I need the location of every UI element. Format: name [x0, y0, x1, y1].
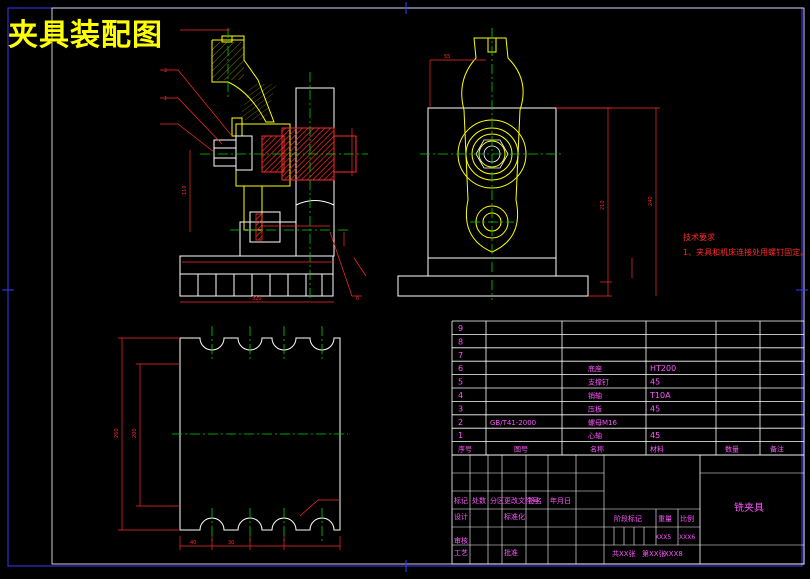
bom-header-note: 备注 — [770, 445, 784, 454]
bom-table: 9 8 7 6 底座 HT200 5 支撑钉 45 4 销轴 T10A 3 压板 45 2 GB/T41-200… — [451, 320, 805, 456]
bom-row-material: 45 — [650, 378, 660, 387]
bom-row-no: 5 — [458, 378, 463, 387]
drawing-canvas: 110 320 2 1 6 55 210 240 260 200 40 30 9… — [0, 0, 810, 575]
titleblock-sheet-no: XXX8 — [664, 550, 683, 558]
front-view: 110 320 2 1 6 — [160, 28, 368, 303]
tech-requirements-heading: 技术要求 — [683, 233, 715, 242]
drawing-title: 夹具装配图 — [8, 18, 163, 53]
dim-top-offset: 55 — [444, 54, 450, 60]
callout-2: 2 — [164, 68, 167, 74]
titleblock-review: 审核 — [454, 536, 468, 545]
bom-row-name: 螺母M16 — [588, 418, 617, 427]
bom-row-no: 8 — [458, 337, 463, 346]
bom-row-no: 6 — [458, 364, 463, 373]
dim-front-width: 320 — [252, 296, 262, 302]
titleblock-row1-cell: 年月日 — [550, 496, 571, 505]
bom-row-code: GB/T41-2000 — [490, 419, 536, 427]
titleblock-weight-value: XXX6 — [679, 534, 695, 541]
callout-1: 1 — [164, 96, 167, 102]
titleblock-part-name: 铣夹具 — [734, 501, 764, 514]
titleblock-design: 设计 — [454, 512, 468, 521]
frame-ticks — [2, 2, 808, 572]
titleblock-row1-cell: 分区 — [490, 496, 504, 505]
titleblock-weight: 重量 — [658, 515, 672, 523]
dim-bottom-left: 40 — [190, 540, 196, 546]
tech-requirements-item-1: 1、夹具和机床连接处用螺钉固定。 — [683, 248, 809, 257]
bom-row-no: 9 — [458, 324, 463, 333]
drawing-frame — [7, 7, 805, 567]
bom-row-no: 4 — [458, 391, 463, 400]
dim-bottom-inner: 200 — [132, 428, 138, 438]
bom-row-no: 2 — [458, 418, 463, 427]
bom-header-qty: 数量 — [725, 445, 739, 454]
callout-6: 6 — [356, 296, 359, 302]
bom-row-name: 压板 — [588, 404, 602, 413]
bom-row-name: 支撑钉 — [588, 378, 609, 387]
titleblock-stage: 阶段标记 — [614, 514, 642, 523]
bom-row-material: 45 — [650, 404, 660, 413]
bom-row-no: 1 — [458, 431, 463, 440]
titleblock-row1-cell: 处数 — [472, 496, 486, 505]
bom-header-code: 图号 — [514, 446, 528, 454]
dim-side-height: 210 — [600, 200, 606, 210]
side-view: 55 210 240 — [397, 28, 660, 300]
bom-header-material: 材料 — [650, 445, 664, 454]
dim-bottom-pitch: 30 — [228, 540, 234, 546]
bom-row-name: 销轴 — [588, 391, 602, 400]
top-view: 260 200 40 30 — [114, 326, 348, 550]
bom-row-no: 3 — [458, 404, 463, 413]
bom-row-material: HT200 — [650, 364, 676, 373]
dim-side-overall: 240 — [648, 196, 654, 206]
bom-row-material: 45 — [650, 431, 660, 440]
titleblock-row1-cell: 标记 — [454, 496, 468, 505]
bom-row-material: T10A — [649, 391, 671, 400]
bom-row-name: 底座 — [588, 364, 602, 373]
title-block: 标记 处数 分区 更改文件号签名 年月日设计 标准化 阶段标记 重量 比例XXX5 XXX6审核工… — [451, 454, 805, 565]
titleblock-row1-cell: 签名 — [528, 496, 542, 505]
titleblock-sheets: 共XX张 — [612, 549, 636, 558]
bom-row-no: 7 — [458, 351, 463, 360]
bom-header-no: 序号 — [458, 445, 472, 454]
titleblock-approve: 批准 — [504, 548, 518, 557]
titleblock-scale-value: XXX5 — [655, 534, 671, 541]
titleblock-process: 工艺 — [454, 549, 468, 557]
bom-header-name: 名称 — [590, 445, 604, 454]
bom-row-name: 心轴 — [588, 431, 602, 440]
titleblock-scale: 比例 — [680, 514, 694, 523]
assembly-drawing: 110 320 2 1 6 55 210 240 260 200 40 30 9… — [2, 2, 808, 572]
titleblock-standard: 标准化 — [504, 512, 525, 521]
dim-front-height: 110 — [182, 185, 188, 195]
titleblock-sheet: 第XX张 — [642, 549, 666, 558]
dim-bottom-height: 260 — [114, 428, 120, 438]
